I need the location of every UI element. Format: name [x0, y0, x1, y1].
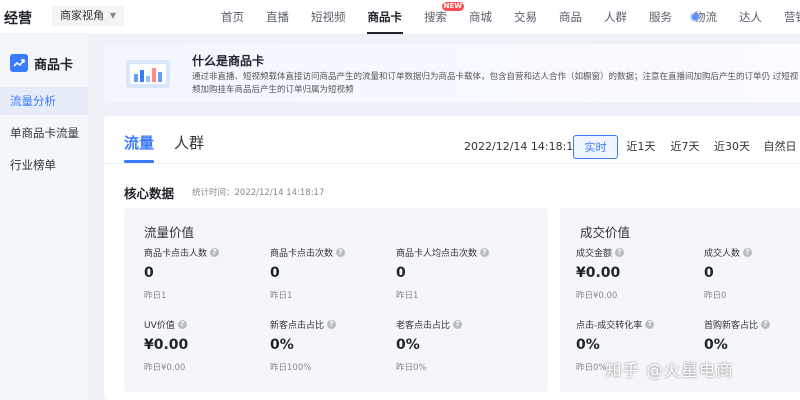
- nav-item-home[interactable]: 首页: [210, 0, 255, 34]
- nav-item-goods[interactable]: 商品: [548, 0, 593, 34]
- tab-audience[interactable]: 人群: [174, 132, 204, 153]
- metric-label: 成交人数: [704, 249, 741, 259]
- metric-value: 0: [270, 265, 280, 281]
- metric-value: 0%: [704, 337, 728, 353]
- nav-item-short-video[interactable]: 短视频: [300, 0, 357, 34]
- nav-item-marketing[interactable]: 营销: [773, 0, 800, 34]
- range-30day-button[interactable]: 近30天: [710, 135, 754, 159]
- metric-label: 商品卡点击人数: [144, 249, 208, 259]
- metric-yesterday: 昨日1: [396, 291, 419, 301]
- metric-card: 商品卡点击人数? 0 昨日1: [144, 246, 264, 301]
- metric-label: 成交金额: [576, 249, 613, 259]
- app-title: 经营: [4, 11, 32, 27]
- metric-label: 新客点击占比: [270, 321, 325, 331]
- tab-traffic[interactable]: 流量: [124, 132, 154, 153]
- metric-value: 0%: [396, 337, 420, 353]
- nav-item-live[interactable]: 直播: [255, 0, 300, 34]
- metric-value: 0%: [270, 337, 294, 353]
- range-natural-day-button[interactable]: 自然日: [758, 135, 800, 159]
- sidebar-header: 商品卡: [10, 53, 73, 73]
- range-realtime-button[interactable]: 实时: [573, 135, 618, 159]
- traffic-value-panel: 流量价值 商品卡点击人数? 0 昨日1 商品卡点击次数? 0 昨日1 商品卡人均…: [124, 208, 548, 392]
- metric-value: 0%: [576, 337, 600, 353]
- metric-value: 0: [144, 265, 154, 281]
- metric-card: 首购新客占比? 0%: [704, 318, 800, 361]
- watermark-text: 知乎 @火星电商: [605, 361, 734, 380]
- metric-value: ¥0.00: [576, 265, 621, 281]
- help-icon[interactable]: ?: [327, 320, 337, 329]
- metric-yesterday: 昨日¥0.00: [576, 291, 618, 301]
- traffic-panel-title: 流量价值: [144, 225, 195, 240]
- range-1day-button[interactable]: 近1天: [622, 135, 660, 159]
- metric-yesterday: 昨日¥0.00: [144, 363, 186, 373]
- banner-title: 什么是商品卡: [192, 54, 265, 68]
- nav-item-search[interactable]: 搜索 NEW: [413, 0, 464, 34]
- nav-item-search-label: 搜索: [424, 10, 447, 24]
- nav-item-trade[interactable]: 交易: [503, 0, 548, 34]
- metric-label: 老客点击占比: [396, 321, 451, 331]
- nav-item-influencer[interactable]: 达人: [728, 0, 773, 34]
- help-icon[interactable]: ?: [615, 248, 625, 257]
- nav-item-service[interactable]: 服务: [638, 0, 683, 34]
- help-icon[interactable]: ?: [761, 320, 771, 329]
- tab-divider: [104, 163, 800, 164]
- nav-item-product-card[interactable]: 商品卡: [357, 0, 414, 34]
- sidebar: 商品卡 流量分析 单商品卡流量 行业榜单: [0, 35, 88, 400]
- metric-yesterday: 昨日100%: [270, 363, 312, 373]
- range-7day-button[interactable]: 近7天: [666, 135, 704, 159]
- metric-label: 点击-成交转化率: [576, 321, 643, 331]
- current-time: 2022/12/14 14:18:17: [464, 140, 581, 153]
- dashboard-illustration-icon: [126, 60, 170, 88]
- chevron-down-icon: ▼: [109, 11, 116, 20]
- metric-card: 商品卡点击次数? 0 昨日1: [270, 246, 390, 301]
- notification-dot-icon: [690, 12, 700, 22]
- metric-yesterday: 昨日1: [270, 291, 293, 301]
- metric-label: 首购新客占比: [704, 321, 759, 331]
- metric-card: 老客点击占比? 0% 昨日0%: [396, 318, 516, 373]
- metric-yesterday: 昨日1: [144, 291, 167, 301]
- help-icon[interactable]: ?: [177, 320, 187, 329]
- view-select-label: 商家视角: [60, 9, 104, 22]
- info-banner: 什么是商品卡 通过非直播、短视频载体直接访问商品产生的流量和订单数据归为商品卡载…: [104, 44, 800, 102]
- metric-value: 0: [396, 265, 406, 281]
- metric-value: ¥0.00: [144, 337, 189, 353]
- nav-item-audience[interactable]: 人群: [593, 0, 638, 34]
- core-data-title: 核心数据: [124, 186, 175, 201]
- sidebar-item-single-card-traffic[interactable]: 单商品卡流量: [0, 119, 88, 147]
- metric-card: 新客点击占比? 0% 昨日100%: [270, 318, 390, 373]
- metric-yesterday: 昨日0%: [396, 363, 427, 373]
- help-icon[interactable]: ?: [336, 248, 346, 257]
- banner-text: 通过非直播、短视频载体直接访问商品产生的流量和订单数据归为商品卡载体，包含自营和…: [192, 72, 799, 95]
- trend-chart-icon: [10, 54, 28, 72]
- metric-label: 商品卡点击次数: [270, 249, 334, 259]
- nav-item-mall[interactable]: 商城: [458, 0, 503, 34]
- help-icon[interactable]: ?: [645, 320, 655, 329]
- help-icon[interactable]: ?: [743, 248, 753, 257]
- view-select[interactable]: 商家视角 ▼: [52, 6, 124, 26]
- core-stat-time: 统计时间：2022/12/14 14:18:17: [192, 188, 325, 198]
- sidebar-item-traffic-analysis[interactable]: 流量分析: [0, 87, 88, 115]
- metric-card: UV价值? ¥0.00 昨日¥0.00: [144, 318, 264, 373]
- metric-yesterday: 昨日0: [704, 291, 727, 301]
- sidebar-title: 商品卡: [34, 57, 74, 73]
- metric-card: 成交金额? ¥0.00 昨日¥0.00: [576, 246, 696, 301]
- metric-value: 0: [704, 265, 714, 281]
- metric-label: 商品卡人均点击次数: [396, 249, 478, 259]
- metric-label: UV价值: [144, 321, 175, 331]
- help-icon[interactable]: ?: [453, 320, 463, 329]
- help-icon[interactable]: ?: [210, 248, 220, 257]
- metric-card: 商品卡人均点击次数? 0 昨日1: [396, 246, 516, 301]
- top-bar: 经营 商家视角 ▼ 首页 直播 短视频 商品卡 搜索 NEW 商城 交易 商品 …: [0, 0, 800, 35]
- help-icon[interactable]: ?: [480, 248, 490, 257]
- main-nav: 首页 直播 短视频 商品卡 搜索 NEW 商城 交易 商品 人群 服务 物流 达…: [210, 0, 800, 34]
- sidebar-item-industry-ranking[interactable]: 行业榜单: [0, 151, 88, 179]
- metric-card: 成交人数? 0 昨日0: [704, 246, 800, 301]
- deal-panel-title: 成交价值: [580, 225, 631, 240]
